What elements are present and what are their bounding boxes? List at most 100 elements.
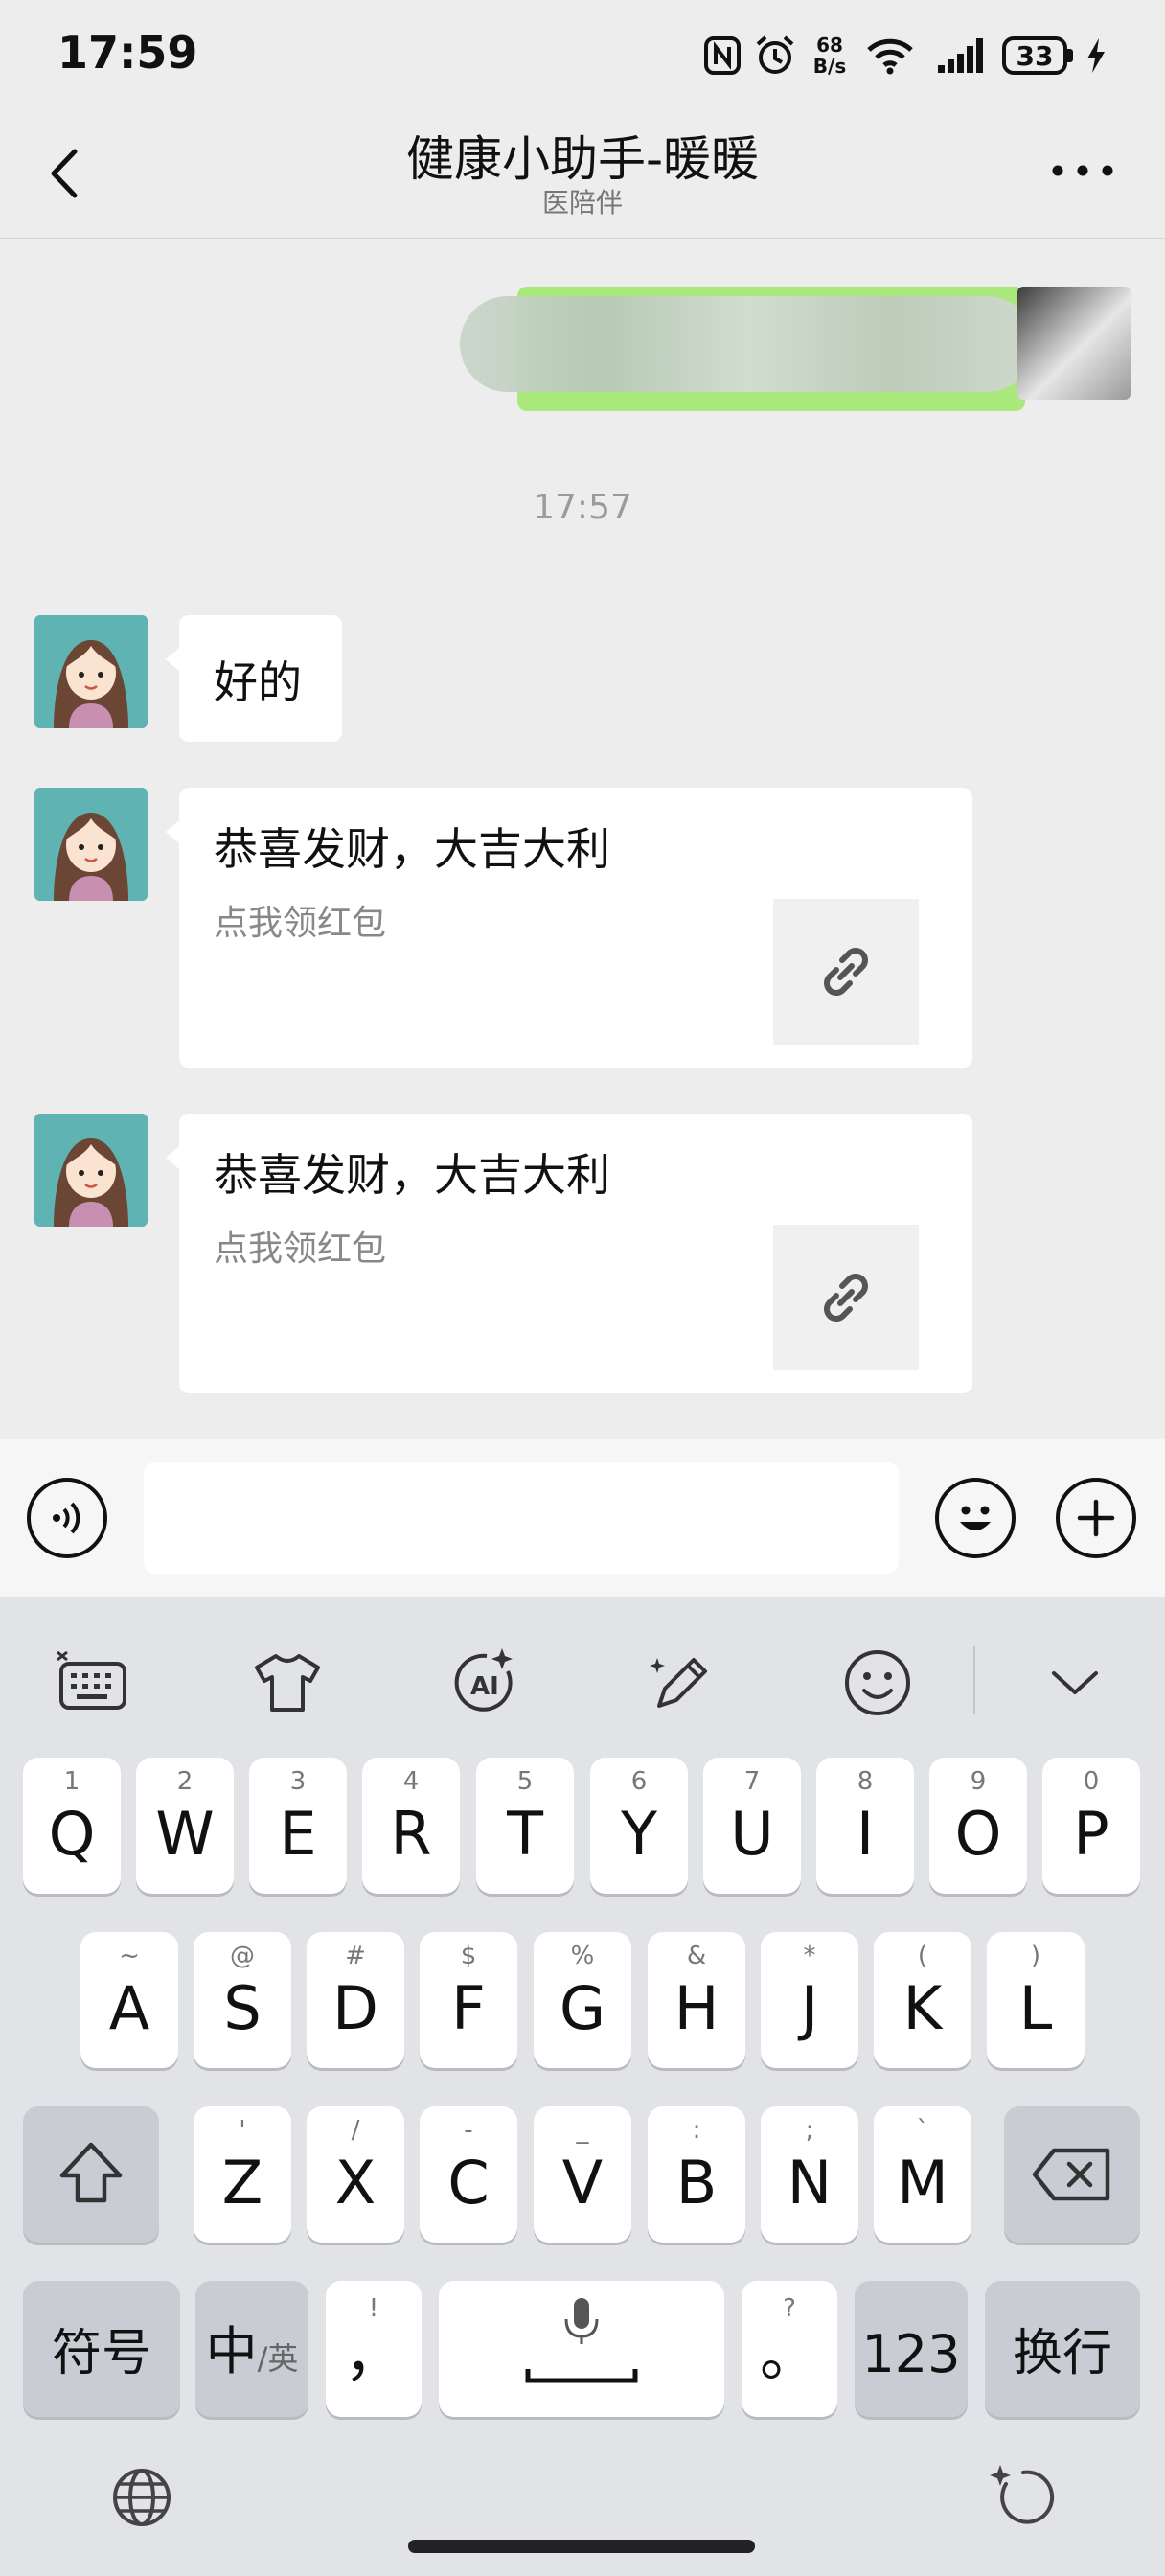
chat-area[interactable]: 17:57 好的 恭喜发财，大吉大利 点我领红包 恭喜发财，大吉大利 点我领红包 (0, 239, 1165, 1439)
key-label: R (390, 1799, 432, 1869)
key-hint: 3 (289, 1767, 307, 1796)
key-h[interactable]: & H (648, 1932, 745, 2068)
skin-button[interactable] (240, 1635, 335, 1731)
net-speed: 68 B/s (811, 29, 849, 82)
key-d[interactable]: # D (307, 1932, 404, 2068)
alarm-icon (753, 29, 797, 82)
hide-keyboard-button[interactable] (1027, 1635, 1123, 1731)
keyboard-icon (57, 1650, 126, 1710)
key-label: 中/英 (195, 2309, 308, 2384)
key-i[interactable]: 8I (816, 1758, 914, 1894)
lang-sub-label: /英 (257, 2340, 299, 2377)
more-functions-button[interactable] (1056, 1478, 1136, 1558)
globe-icon (113, 2469, 171, 2526)
outgoing-message-bubble[interactable] (460, 287, 1035, 411)
key-o[interactable]: 9O (929, 1758, 1027, 1894)
key-y[interactable]: 6Y (590, 1758, 688, 1894)
keyboard: AI 1Q 2W 3E 4R 5T 6Y 7U 8I 9O 0P ~ A @ S #… (0, 1597, 1165, 2576)
message-input[interactable] (144, 1462, 899, 1574)
language-switch-key[interactable]: 中/英 (195, 2281, 308, 2417)
battery-indicator: 33 (998, 29, 1077, 82)
key-v[interactable]: _ V (534, 2106, 631, 2242)
numbers-key[interactable]: 123 (855, 2281, 968, 2417)
key-label: S (223, 1973, 262, 2043)
plus-icon (1077, 1499, 1115, 1537)
key-q[interactable]: 1Q (23, 1758, 121, 1894)
key-label: 123 (861, 2324, 961, 2384)
key-s[interactable]: @ S (194, 1932, 291, 2068)
chat-title: 健康小助手-暖暖 (405, 131, 760, 187)
refresh-button[interactable] (985, 2459, 1062, 2536)
shift-key[interactable] (23, 2106, 159, 2242)
key-k[interactable]: (K (874, 1932, 971, 2068)
key-n[interactable]: ; N (761, 2106, 858, 2242)
key-hint: & (686, 1942, 707, 1970)
enter-key[interactable]: 换行 (985, 2281, 1140, 2417)
handwriting-button[interactable] (634, 1635, 730, 1731)
symbols-key[interactable]: 符号 (23, 2281, 180, 2417)
ai-button[interactable]: AI (439, 1635, 535, 1731)
space-key[interactable] (439, 2281, 724, 2417)
key-label: E (279, 1799, 317, 1869)
key-j[interactable]: * J (761, 1932, 858, 2068)
home-indicator[interactable] (408, 2540, 755, 2553)
shift-icon (59, 2142, 123, 2203)
link-card-message[interactable]: 恭喜发财，大吉大利 点我领红包 (166, 1114, 972, 1393)
key-hint: _ (576, 2116, 589, 2145)
key-a[interactable]: ~ A (80, 1932, 178, 2068)
key-u[interactable]: 7U (703, 1758, 801, 1894)
key-label: C (447, 2148, 490, 2218)
my-avatar[interactable] (1017, 287, 1131, 400)
link-card-description: 点我领红包 (214, 904, 387, 943)
ai-icon: AI (454, 1648, 513, 1712)
pen-icon (650, 1658, 707, 1708)
key-hint: : (692, 2116, 701, 2145)
voice-input-button[interactable] (27, 1478, 107, 1558)
key-c[interactable]: -C (420, 2106, 517, 2242)
key-label: ， (343, 2319, 403, 2389)
key-x[interactable]: / X (307, 2106, 404, 2242)
key-w[interactable]: 2W (136, 1758, 234, 1894)
key-f[interactable]: $ F (420, 1932, 517, 2068)
key-r[interactable]: 4R (362, 1758, 460, 1894)
key-z[interactable]: ' Z (194, 2106, 291, 2242)
key-p[interactable]: 0P (1042, 1758, 1140, 1894)
key-hint: ) (1030, 1942, 1041, 1970)
backspace-key[interactable] (1004, 2106, 1140, 2242)
key-m[interactable]: ` M (874, 2106, 971, 2242)
battery-level: 33 (1002, 36, 1067, 75)
emoji-icon (960, 1506, 991, 1530)
key-l[interactable]: ) L (987, 1932, 1085, 2068)
key-b[interactable]: :B (648, 2106, 745, 2242)
signal-icon (935, 29, 989, 82)
girl-avatar-icon (34, 788, 148, 901)
emoji-button[interactable] (935, 1478, 1016, 1558)
key-g[interactable]: % G (534, 1932, 631, 2068)
key-hint: ; (805, 2116, 814, 2145)
key-hint: 4 (402, 1767, 420, 1796)
contact-avatar[interactable] (34, 1114, 148, 1227)
chat-subtitle: 医陪伴 (541, 187, 623, 218)
key-label: V (561, 2148, 604, 2218)
incoming-message-bubble[interactable]: 好的 (166, 615, 342, 742)
key-hint: @ (230, 1942, 255, 1970)
more-button[interactable] (1044, 136, 1121, 203)
emoji-keyboard-button[interactable] (830, 1635, 925, 1731)
key-hint: ` (916, 2116, 929, 2145)
key-hint: ( (917, 1942, 928, 1970)
globe-button[interactable] (103, 2459, 180, 2536)
link-card-message[interactable]: 恭喜发财，大吉大利 点我领红包 (166, 788, 972, 1068)
contact-avatar[interactable] (34, 788, 148, 901)
key-e[interactable]: 3E (249, 1758, 347, 1894)
key-t[interactable]: 5T (476, 1758, 574, 1894)
link-card-title: 恭喜发财，大吉大利 (214, 823, 610, 875)
key-label: K (902, 1973, 943, 2043)
contact-avatar[interactable] (34, 615, 148, 728)
comma-key[interactable]: ! ， (326, 2281, 422, 2417)
key-hint: - (464, 2116, 473, 2145)
key-label: M (897, 2148, 948, 2218)
keyboard-toolbar-button[interactable] (44, 1635, 140, 1731)
key-label: G (559, 1973, 606, 2043)
key-label: A (108, 1973, 150, 2043)
period-key[interactable]: ? 。 (742, 2281, 837, 2417)
